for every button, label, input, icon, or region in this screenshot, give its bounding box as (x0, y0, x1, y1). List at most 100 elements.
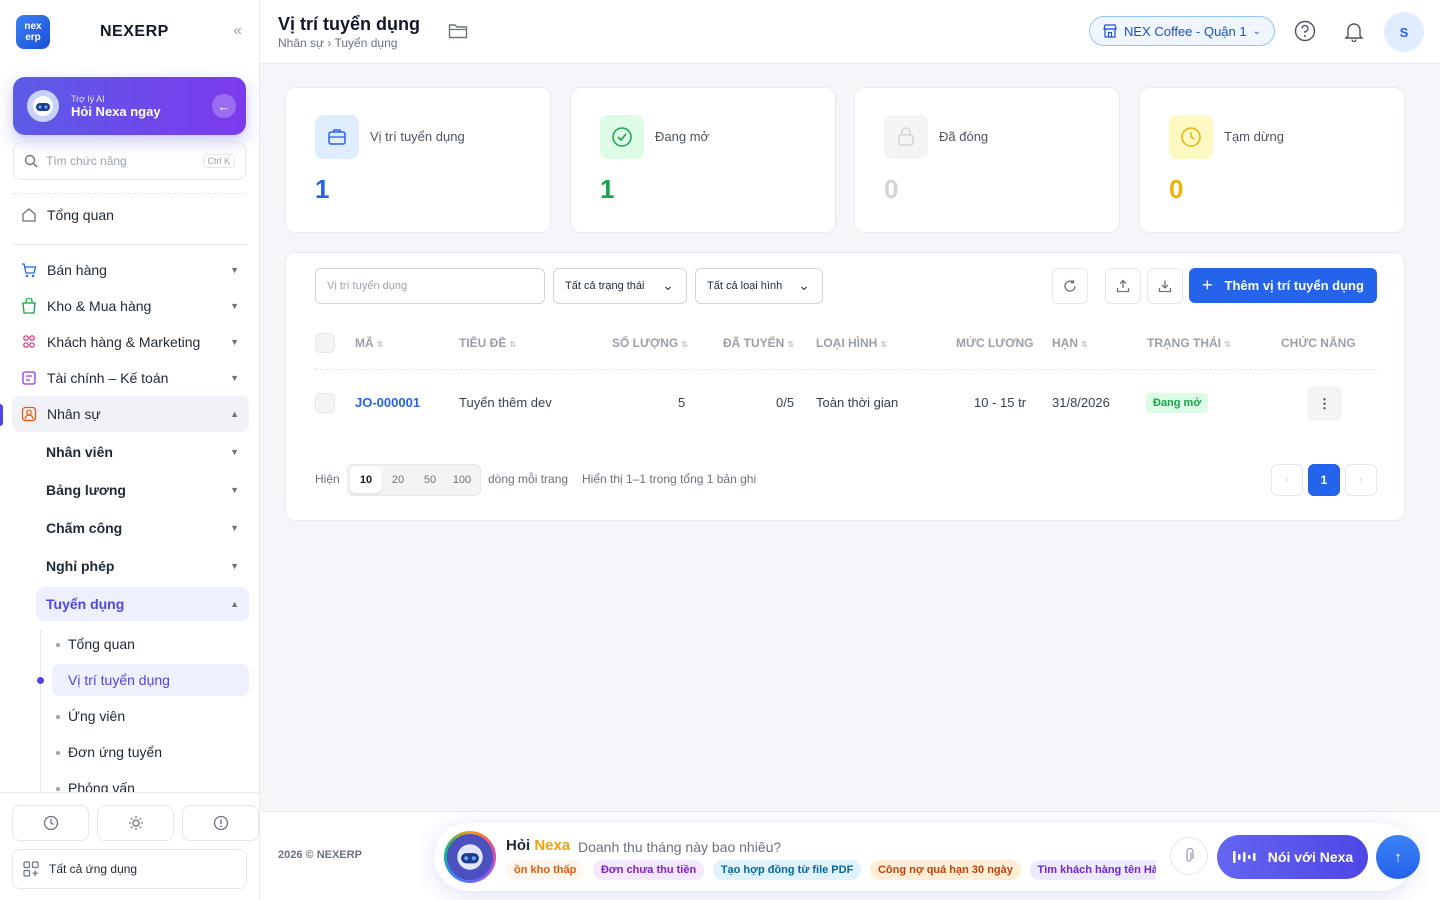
job-code-link[interactable]: JO-000001 (355, 395, 420, 410)
caret-up-icon: ▲ (230, 599, 239, 609)
status-filter-select[interactable]: Tất cả trạng thái ⌄ (553, 268, 687, 304)
caret-down-icon: ▼ (230, 561, 239, 571)
stat-value: 1 (600, 174, 615, 204)
sidebar-item-recruit-overview[interactable]: Tổng quan (52, 628, 249, 660)
column-header-quantity[interactable]: Số lượng ⇅ (612, 336, 688, 350)
avatar[interactable]: S (1384, 12, 1424, 52)
suggestion-chip[interactable]: Công nợ quá hạn 30 ngày (869, 860, 1021, 880)
suggestion-chip[interactable]: Tạo hợp đồng từ file PDF (712, 860, 862, 880)
logo[interactable]: nex erp (16, 15, 50, 49)
sidebar-item-applications[interactable]: Đơn ứng tuyển (52, 736, 249, 768)
sidebar-item-candidates[interactable]: Ứng viên (52, 700, 249, 732)
sidebar: nex erp NEXERP « Trợ lý AI Hỏi Nexa ngay… (0, 0, 260, 900)
nexa-avatar[interactable] (444, 831, 496, 883)
sidebar-item-recruitment[interactable]: Tuyển dụng ▲ (36, 587, 249, 621)
refresh-button[interactable] (1052, 268, 1088, 304)
chevron-left-icon: ‹ (1285, 474, 1289, 486)
header-label: Tiêu đề (459, 336, 507, 350)
column-header-title[interactable]: Tiêu đề ⇅ (459, 336, 516, 350)
column-header-type[interactable]: Loại hình ⇅ (816, 336, 887, 350)
page-button[interactable]: 1 (1308, 464, 1340, 496)
suggestion-chip[interactable]: Đơn chưa thu tiền (592, 860, 705, 880)
page-size-option[interactable]: 10 (350, 467, 382, 493)
folder-icon[interactable] (448, 22, 468, 43)
row-checkbox[interactable] (315, 393, 335, 413)
sort-icon: ⇅ (376, 340, 384, 349)
voice-button[interactable]: Nói với Nexa (1217, 835, 1368, 879)
row-actions-button[interactable]: ⋮ (1307, 386, 1342, 421)
history-button[interactable] (12, 805, 89, 841)
sidebar-item-job-positions[interactable]: Vị trí tuyển dụng (52, 664, 249, 696)
sidebar-item-label: Nhân viên (46, 444, 113, 460)
arrow-left-icon[interactable]: ← (212, 94, 236, 118)
sidebar-item-sales[interactable]: Bán hàng ▼ (12, 252, 249, 288)
column-header-code[interactable]: Mã ⇅ (355, 336, 383, 350)
page-size-option[interactable]: 100 (446, 467, 478, 493)
download-button[interactable] (1147, 268, 1183, 304)
bag-icon (20, 297, 38, 315)
position-search-input[interactable]: Vị trí tuyển dụng (315, 268, 545, 304)
sidebar-item-finance[interactable]: Tài chính – Kế toán ▼ (12, 360, 249, 396)
attach-button[interactable] (1170, 837, 1208, 875)
tree-line (40, 630, 41, 792)
suggestion-chip[interactable]: Tìm khách hàng tên Hà (1029, 860, 1156, 880)
chat-title-name: Nexa (534, 837, 571, 854)
add-position-button[interactable]: + Thêm vị trí tuyển dụng (1189, 268, 1377, 303)
header-label: Chức năng (1281, 336, 1356, 350)
sidebar-item-label: Tổng quan (68, 636, 135, 652)
theme-button[interactable] (97, 805, 174, 841)
header-label: Mã (355, 336, 374, 350)
header-label: Hạn (1052, 336, 1078, 350)
divider (13, 244, 246, 245)
chevron-down-icon: ⌄ (798, 277, 810, 293)
chevron-down-icon: ⌄ (662, 277, 674, 293)
suggestion-chip[interactable]: ồn kho thấp (506, 860, 585, 880)
sidebar-item-leave[interactable]: Nghỉ phép ▼ (36, 549, 249, 583)
sidebar-item-label: Bán hàng (47, 262, 107, 278)
next-page-button[interactable]: › (1345, 464, 1377, 496)
stat-label: Đang mở (655, 129, 710, 144)
column-header-hired[interactable]: Đã tuyển ⇅ (723, 336, 794, 350)
sidebar-item-label: Vị trí tuyển dụng (68, 672, 170, 688)
caret-down-icon: ▼ (230, 337, 239, 347)
status-filter-value: Tất cả trạng thái (565, 280, 645, 292)
send-button[interactable]: ↑ (1376, 835, 1420, 879)
sidebar-item-hr[interactable]: Nhân sự ▲ (12, 396, 249, 432)
more-vertical-icon: ⋮ (1318, 395, 1331, 411)
column-header-deadline[interactable]: Hạn ⇅ (1052, 336, 1088, 350)
stat-card-open: Đang mở 1 (570, 87, 836, 233)
upload-button[interactable] (1105, 268, 1141, 304)
per-page-label: dòng mỗi trang (488, 472, 569, 486)
type-filter-select[interactable]: Tất cả loại hình ⌄ (695, 268, 823, 304)
prev-page-button[interactable]: ‹ (1271, 464, 1303, 496)
page-size-option[interactable]: 20 (382, 467, 414, 493)
breadcrumb[interactable]: Nhân sự › Tuyển dụng (278, 36, 397, 50)
all-apps-label: Tất cả ứng dụng (49, 862, 138, 876)
sidebar-item-inventory[interactable]: Kho & Mua hàng ▼ (12, 288, 249, 324)
collapse-sidebar-icon[interactable]: « (233, 22, 242, 40)
status-badge: Đang mở (1146, 393, 1209, 413)
select-all-checkbox[interactable] (315, 333, 335, 353)
column-header-status[interactable]: Trạng thái ⇅ (1147, 336, 1231, 350)
sidebar-item-payroll[interactable]: Bảng lương ▼ (36, 473, 249, 507)
all-apps-button[interactable]: Tất cả ứng dụng (12, 849, 247, 889)
sidebar-item-overview[interactable]: Tổng quan (12, 197, 249, 233)
caret-down-icon: ▼ (230, 265, 239, 275)
info-button[interactable] (182, 805, 259, 841)
ai-assistant-card[interactable]: Trợ lý AI Hỏi Nexa ngay ← (13, 77, 246, 135)
store-selector[interactable]: NEX Coffee - Quận 1 ⌄ (1089, 16, 1275, 46)
sidebar-item-attendance[interactable]: Chấm công ▼ (36, 511, 249, 545)
page-size-option[interactable]: 50 (414, 467, 446, 493)
sidebar-item-employees[interactable]: Nhân viên ▼ (36, 435, 249, 469)
arrow-up-icon: ↑ (1394, 848, 1402, 866)
bell-icon[interactable] (1342, 19, 1366, 43)
chat-input[interactable]: Doanh thu tháng này bao nhiêu? (578, 839, 781, 855)
sidebar-item-crm[interactable]: Khách hàng & Marketing ▼ (12, 324, 249, 360)
sidebar-item-label: Ứng viên (68, 708, 126, 724)
stat-label: Tạm dừng (1224, 129, 1285, 144)
stat-label: Đã đóng (939, 129, 989, 144)
caret-down-icon: ▼ (230, 485, 239, 495)
feature-search-input[interactable]: Tìm chức năng Ctrl K (13, 142, 246, 180)
header-label: Trạng thái (1147, 336, 1221, 350)
help-icon[interactable] (1293, 19, 1317, 43)
